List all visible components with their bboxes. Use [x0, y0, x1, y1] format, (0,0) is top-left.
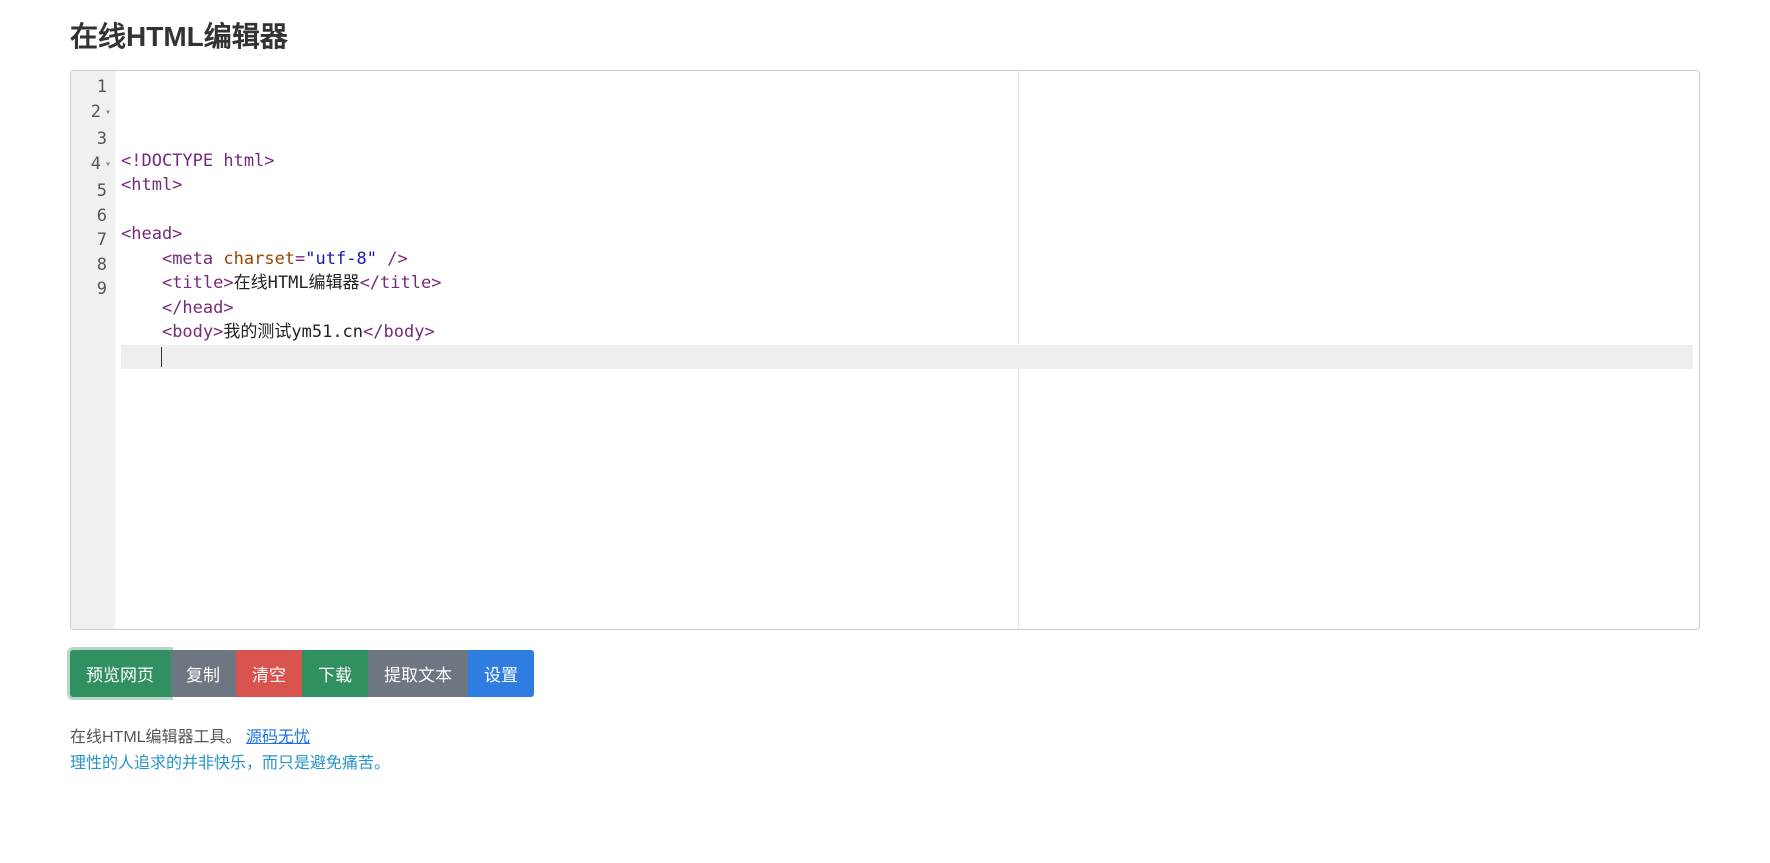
cursor — [161, 347, 162, 367]
line-number: 4 — [75, 152, 107, 180]
page-title: 在线HTML编辑器 — [70, 15, 1700, 55]
line-number: 1 — [75, 75, 107, 100]
code-line[interactable]: <html> — [121, 173, 1693, 198]
footer-description: 在线HTML编辑器工具。 — [70, 729, 242, 746]
line-number: 2 — [75, 100, 107, 128]
footer-quote: 理性的人追求的并非快乐，而只是避免痛苦。 — [70, 751, 1700, 777]
line-number: 7 — [75, 228, 107, 253]
code-line[interactable]: <title>在线HTML编辑器</title> — [121, 271, 1693, 296]
code-line[interactable] — [121, 198, 1693, 223]
settings-button[interactable]: 设置 — [468, 650, 534, 697]
preview-button[interactable]: 预览网页 — [70, 650, 170, 697]
line-number: 9 — [75, 277, 107, 302]
footer: 在线HTML编辑器工具。 源码无忧 理性的人追求的并非快乐，而只是避免痛苦。 — [70, 725, 1700, 777]
source-link[interactable]: 源码无忧 — [246, 729, 310, 746]
toolbar: 预览网页 复制 清空 下载 提取文本 设置 — [70, 650, 1700, 697]
clear-button[interactable]: 清空 — [236, 650, 302, 697]
line-number: 6 — [75, 204, 107, 229]
code-line[interactable]: <head> — [121, 222, 1693, 247]
code-area[interactable]: <!DOCTYPE html><html> <head> <meta charse… — [115, 71, 1699, 629]
extract-text-button[interactable]: 提取文本 — [368, 650, 468, 697]
code-line[interactable]: <body>我的测试ym51.cn</body> — [121, 320, 1693, 345]
line-number-gutter: 123456789 — [71, 71, 115, 629]
code-line[interactable]: </head> — [121, 296, 1693, 321]
line-number: 3 — [75, 127, 107, 152]
line-number: 8 — [75, 253, 107, 278]
copy-button[interactable]: 复制 — [170, 650, 236, 697]
line-number: 5 — [75, 179, 107, 204]
code-line[interactable] — [121, 345, 1693, 370]
download-button[interactable]: 下载 — [302, 650, 368, 697]
code-line[interactable]: <meta charset="utf-8" /> — [121, 247, 1693, 272]
code-line[interactable]: <!DOCTYPE html> — [121, 149, 1693, 174]
code-editor[interactable]: 123456789 <!DOCTYPE html><html> <head> <m… — [70, 70, 1700, 630]
